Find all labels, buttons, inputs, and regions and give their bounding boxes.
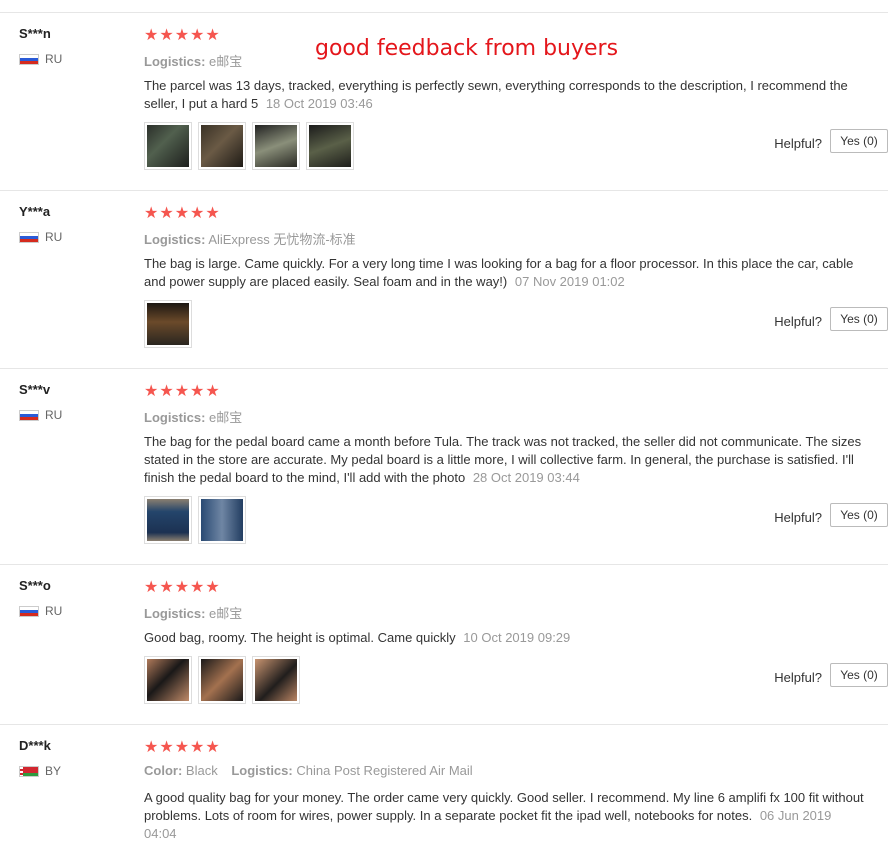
reviewer-name: D***k xyxy=(19,738,51,753)
star-rating: ★★★★★ xyxy=(144,739,221,756)
review-item: S***n RU ★★★★★ Logistics: e邮宝 The parcel… xyxy=(0,12,888,191)
country-code: RU xyxy=(45,52,63,66)
country-code: RU xyxy=(45,408,63,422)
review-text-block: Good bag, roomy. The height is optimal. … xyxy=(144,629,864,647)
photo-list xyxy=(144,122,354,170)
review-item: D***k BY ★★★★★ Color: Black Logistics: C… xyxy=(0,724,888,841)
review-text-block: The bag is large. Came quickly. For a ve… xyxy=(144,255,864,291)
reviewer-country: RU xyxy=(19,52,62,66)
review-item: Y***a RU ★★★★★ Logistics: AliExpress 无忧物… xyxy=(0,190,888,369)
review-meta: Logistics: e邮宝 xyxy=(144,407,252,426)
helpful-label: Helpful? xyxy=(774,314,822,329)
review-meta: Logistics: e邮宝 xyxy=(144,51,252,70)
review-photo[interactable] xyxy=(144,122,192,170)
reviewer-country: RU xyxy=(19,604,62,618)
helpful-label: Helpful? xyxy=(774,510,822,525)
logistics-label: Logistics: xyxy=(144,54,206,69)
color-value: Black xyxy=(185,763,218,778)
review-photo[interactable] xyxy=(198,496,246,544)
reviewer-country: RU xyxy=(19,408,62,422)
reviewer-name: S***o xyxy=(19,578,51,593)
review-item: S***o RU ★★★★★ Logistics: e邮宝 Good bag, … xyxy=(0,564,888,725)
review-text: The parcel was 13 days, tracked, everyth… xyxy=(144,78,848,111)
review-photo[interactable] xyxy=(252,656,300,704)
photo-list xyxy=(144,496,246,544)
helpful-yes-button[interactable]: Yes (0) xyxy=(830,129,888,153)
photo-list xyxy=(144,300,192,348)
review-text: A good quality bag for your money. The o… xyxy=(144,790,864,823)
logistics-label: Logistics: xyxy=(144,606,206,621)
review-photo[interactable] xyxy=(144,656,192,704)
review-date: 28 Oct 2019 03:44 xyxy=(472,470,580,485)
logistics-value: e邮宝 xyxy=(209,410,243,425)
review-photo[interactable] xyxy=(198,122,246,170)
review-photo[interactable] xyxy=(252,122,300,170)
logistics-label: Logistics: xyxy=(231,763,293,778)
russia-flag-icon xyxy=(19,409,39,421)
review-text: The bag is large. Came quickly. For a ve… xyxy=(144,256,854,289)
reviewer-country: BY xyxy=(19,764,61,778)
review-item: S***v RU ★★★★★ Logistics: e邮宝 The bag fo… xyxy=(0,368,888,565)
photo-list xyxy=(144,656,300,704)
review-photo[interactable] xyxy=(198,656,246,704)
star-rating: ★★★★★ xyxy=(144,27,221,44)
logistics-value: e邮宝 xyxy=(209,606,243,621)
review-text: Good bag, roomy. The height is optimal. … xyxy=(144,630,456,645)
review-meta: Color: Black Logistics: China Post Regis… xyxy=(144,763,483,778)
review-meta: Logistics: AliExpress 无忧物流-标准 xyxy=(144,229,366,248)
review-date: 10 Oct 2019 09:29 xyxy=(463,630,571,645)
russia-flag-icon xyxy=(19,231,39,243)
review-text-block: A good quality bag for your money. The o… xyxy=(144,789,864,843)
reviewer-name: S***n xyxy=(19,26,51,41)
review-meta: Logistics: e邮宝 xyxy=(144,603,252,622)
logistics-value: e邮宝 xyxy=(209,54,243,69)
russia-flag-icon xyxy=(19,53,39,65)
review-date: 18 Oct 2019 03:46 xyxy=(265,96,373,111)
star-rating: ★★★★★ xyxy=(144,383,221,400)
review-photo[interactable] xyxy=(306,122,354,170)
logistics-label: Logistics: xyxy=(144,410,206,425)
logistics-value: AliExpress 无忧物流-标准 xyxy=(208,232,356,247)
helpful-yes-button[interactable]: Yes (0) xyxy=(830,503,888,527)
country-code: BY xyxy=(45,764,62,778)
review-text-block: The bag for the pedal board came a month… xyxy=(144,433,864,487)
belarus-flag-icon xyxy=(19,765,39,777)
russia-flag-icon xyxy=(19,605,39,617)
country-code: RU xyxy=(45,604,63,618)
helpful-label: Helpful? xyxy=(774,136,822,151)
country-code: RU xyxy=(45,230,63,244)
star-rating: ★★★★★ xyxy=(144,579,221,596)
logistics-label: Logistics: xyxy=(144,232,206,247)
helpful-yes-button[interactable]: Yes (0) xyxy=(830,307,888,331)
review-photo[interactable] xyxy=(144,300,192,348)
review-photo[interactable] xyxy=(144,496,192,544)
color-label: Color: xyxy=(144,763,183,778)
review-text-block: The parcel was 13 days, tracked, everyth… xyxy=(144,77,864,113)
helpful-yes-button[interactable]: Yes (0) xyxy=(830,663,888,687)
reviewer-name: S***v xyxy=(19,382,51,397)
review-date: 07 Nov 2019 01:02 xyxy=(514,274,625,289)
logistics-value: China Post Registered Air Mail xyxy=(296,763,473,778)
helpful-label: Helpful? xyxy=(774,670,822,685)
reviewer-country: RU xyxy=(19,230,62,244)
star-rating: ★★★★★ xyxy=(144,205,221,222)
reviewer-name: Y***a xyxy=(19,204,51,219)
